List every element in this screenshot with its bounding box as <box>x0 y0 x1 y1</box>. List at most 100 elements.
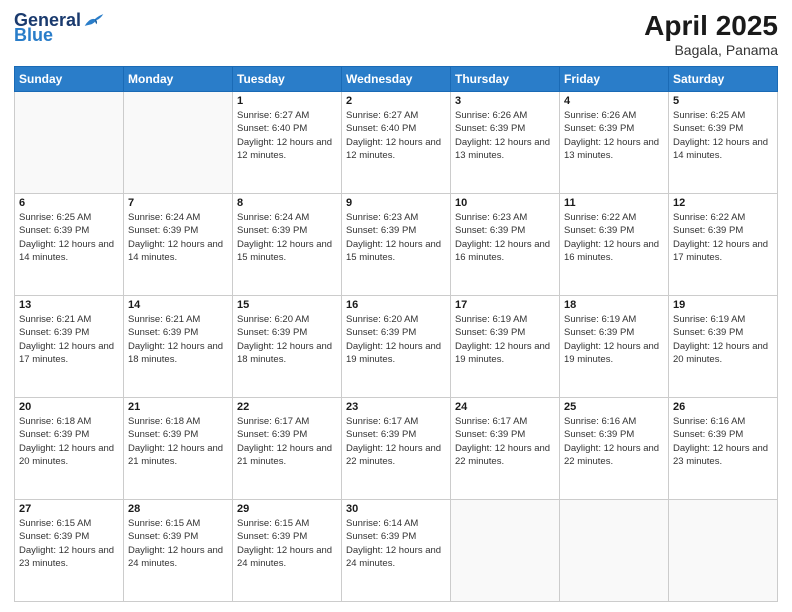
calendar-day-cell: 3 Sunrise: 6:26 AM Sunset: 6:39 PM Daylig… <box>451 92 560 194</box>
calendar-week-row: 1 Sunrise: 6:27 AM Sunset: 6:40 PM Daylig… <box>15 92 778 194</box>
day-info: Sunrise: 6:19 AM Sunset: 6:39 PM Dayligh… <box>455 313 555 366</box>
logo-bird-icon <box>83 10 105 30</box>
day-number: 18 <box>564 299 664 311</box>
calendar-day-cell: 25Sunrise: 6:16 AM Sunset: 6:39 PM Dayli… <box>560 398 669 500</box>
day-info: Sunrise: 6:19 AM Sunset: 6:39 PM Dayligh… <box>564 313 664 366</box>
calendar-week-row: 13 Sunrise: 6:21 AM Sunset: 6:39 PM Dayli… <box>15 296 778 398</box>
day-number: 29 <box>237 503 337 515</box>
calendar-day-cell <box>669 500 778 602</box>
day-info: Sunrise: 6:20 AM Sunset: 6:39 PM Dayligh… <box>237 313 337 366</box>
day-number: 6 <box>19 197 119 209</box>
day-info: Sunrise: 6:17 AM Sunset: 6:39 PM Dayligh… <box>455 415 555 468</box>
logo-blue: Blue <box>14 26 53 44</box>
day-number: 30 <box>346 503 446 515</box>
day-number: 8 <box>237 197 337 209</box>
day-info: Sunrise: 6:16 AM Sunset: 6:39 PM Dayligh… <box>673 415 773 468</box>
day-number: 17 <box>455 299 555 311</box>
day-number: 28 <box>128 503 228 515</box>
calendar-day-cell: 7 Sunrise: 6:24 AM Sunset: 6:39 PM Daylig… <box>124 194 233 296</box>
col-wednesday: Wednesday <box>342 67 451 92</box>
calendar-day-cell: 8 Sunrise: 6:24 AM Sunset: 6:39 PM Daylig… <box>233 194 342 296</box>
day-info: Sunrise: 6:15 AM Sunset: 6:39 PM Dayligh… <box>237 517 337 570</box>
day-number: 16 <box>346 299 446 311</box>
day-info: Sunrise: 6:27 AM Sunset: 6:40 PM Dayligh… <box>237 109 337 162</box>
calendar-day-cell: 16Sunrise: 6:20 AM Sunset: 6:39 PM Dayli… <box>342 296 451 398</box>
day-info: Sunrise: 6:16 AM Sunset: 6:39 PM Dayligh… <box>564 415 664 468</box>
calendar-title: April 2025 <box>644 10 778 42</box>
calendar-day-cell: 9 Sunrise: 6:23 AM Sunset: 6:39 PM Daylig… <box>342 194 451 296</box>
calendar-day-cell: 19 Sunrise: 6:19 AM Sunset: 6:39 PM Dayli… <box>669 296 778 398</box>
calendar-day-cell: 17 Sunrise: 6:19 AM Sunset: 6:39 PM Dayli… <box>451 296 560 398</box>
day-info: Sunrise: 6:22 AM Sunset: 6:39 PM Dayligh… <box>673 211 773 264</box>
day-info: Sunrise: 6:23 AM Sunset: 6:39 PM Dayligh… <box>455 211 555 264</box>
calendar-day-cell: 23 Sunrise: 6:17 AM Sunset: 6:39 PM Dayli… <box>342 398 451 500</box>
calendar-location: Bagala, Panama <box>644 42 778 58</box>
day-info: Sunrise: 6:26 AM Sunset: 6:39 PM Dayligh… <box>564 109 664 162</box>
weekday-header-row: Sunday Monday Tuesday Wednesday Thursday… <box>15 67 778 92</box>
col-tuesday: Tuesday <box>233 67 342 92</box>
day-number: 20 <box>19 401 119 413</box>
day-info: Sunrise: 6:21 AM Sunset: 6:39 PM Dayligh… <box>128 313 228 366</box>
day-number: 10 <box>455 197 555 209</box>
calendar-day-cell: 12Sunrise: 6:22 AM Sunset: 6:39 PM Dayli… <box>669 194 778 296</box>
calendar-week-row: 27 Sunrise: 6:15 AM Sunset: 6:39 PM Dayli… <box>15 500 778 602</box>
day-number: 21 <box>128 401 228 413</box>
calendar-week-row: 6Sunrise: 6:25 AM Sunset: 6:39 PM Daylig… <box>15 194 778 296</box>
day-info: Sunrise: 6:14 AM Sunset: 6:39 PM Dayligh… <box>346 517 446 570</box>
calendar-day-cell <box>560 500 669 602</box>
day-number: 5 <box>673 95 773 107</box>
day-number: 11 <box>564 197 664 209</box>
day-info: Sunrise: 6:23 AM Sunset: 6:39 PM Dayligh… <box>346 211 446 264</box>
day-number: 19 <box>673 299 773 311</box>
calendar-day-cell: 30 Sunrise: 6:14 AM Sunset: 6:39 PM Dayli… <box>342 500 451 602</box>
day-number: 3 <box>455 95 555 107</box>
day-info: Sunrise: 6:26 AM Sunset: 6:39 PM Dayligh… <box>455 109 555 162</box>
calendar-day-cell: 29 Sunrise: 6:15 AM Sunset: 6:39 PM Dayli… <box>233 500 342 602</box>
col-thursday: Thursday <box>451 67 560 92</box>
calendar-day-cell: 11 Sunrise: 6:22 AM Sunset: 6:39 PM Dayli… <box>560 194 669 296</box>
day-number: 23 <box>346 401 446 413</box>
calendar-day-cell: 4 Sunrise: 6:26 AM Sunset: 6:39 PM Daylig… <box>560 92 669 194</box>
day-info: Sunrise: 6:24 AM Sunset: 6:39 PM Dayligh… <box>128 211 228 264</box>
day-info: Sunrise: 6:21 AM Sunset: 6:39 PM Dayligh… <box>19 313 119 366</box>
day-number: 4 <box>564 95 664 107</box>
day-info: Sunrise: 6:17 AM Sunset: 6:39 PM Dayligh… <box>346 415 446 468</box>
calendar-day-cell: 26 Sunrise: 6:16 AM Sunset: 6:39 PM Dayli… <box>669 398 778 500</box>
day-info: Sunrise: 6:19 AM Sunset: 6:39 PM Dayligh… <box>673 313 773 366</box>
day-number: 1 <box>237 95 337 107</box>
day-number: 24 <box>455 401 555 413</box>
calendar-day-cell: 18 Sunrise: 6:19 AM Sunset: 6:39 PM Dayli… <box>560 296 669 398</box>
calendar-week-row: 20 Sunrise: 6:18 AM Sunset: 6:39 PM Dayli… <box>15 398 778 500</box>
calendar-day-cell: 27 Sunrise: 6:15 AM Sunset: 6:39 PM Dayli… <box>15 500 124 602</box>
day-info: Sunrise: 6:25 AM Sunset: 6:39 PM Dayligh… <box>673 109 773 162</box>
calendar-day-cell: 1 Sunrise: 6:27 AM Sunset: 6:40 PM Daylig… <box>233 92 342 194</box>
calendar-day-cell <box>124 92 233 194</box>
day-info: Sunrise: 6:18 AM Sunset: 6:39 PM Dayligh… <box>19 415 119 468</box>
day-number: 22 <box>237 401 337 413</box>
title-block: April 2025 Bagala, Panama <box>644 10 778 58</box>
day-info: Sunrise: 6:15 AM Sunset: 6:39 PM Dayligh… <box>19 517 119 570</box>
header: General Blue April 2025 Bagala, Panama <box>14 10 778 58</box>
calendar-day-cell: 10 Sunrise: 6:23 AM Sunset: 6:39 PM Dayli… <box>451 194 560 296</box>
calendar-day-cell <box>15 92 124 194</box>
day-info: Sunrise: 6:27 AM Sunset: 6:40 PM Dayligh… <box>346 109 446 162</box>
col-friday: Friday <box>560 67 669 92</box>
calendar-day-cell <box>451 500 560 602</box>
day-number: 27 <box>19 503 119 515</box>
calendar-day-cell: 14Sunrise: 6:21 AM Sunset: 6:39 PM Dayli… <box>124 296 233 398</box>
calendar-day-cell: 13 Sunrise: 6:21 AM Sunset: 6:39 PM Dayli… <box>15 296 124 398</box>
day-number: 9 <box>346 197 446 209</box>
day-info: Sunrise: 6:24 AM Sunset: 6:39 PM Dayligh… <box>237 211 337 264</box>
page: General Blue April 2025 Bagala, Panama S… <box>0 0 792 612</box>
calendar-day-cell: 5 Sunrise: 6:25 AM Sunset: 6:39 PM Daylig… <box>669 92 778 194</box>
day-number: 26 <box>673 401 773 413</box>
day-number: 13 <box>19 299 119 311</box>
col-sunday: Sunday <box>15 67 124 92</box>
day-number: 7 <box>128 197 228 209</box>
calendar-day-cell: 22Sunrise: 6:17 AM Sunset: 6:39 PM Dayli… <box>233 398 342 500</box>
day-number: 15 <box>237 299 337 311</box>
day-info: Sunrise: 6:18 AM Sunset: 6:39 PM Dayligh… <box>128 415 228 468</box>
calendar-day-cell: 28Sunrise: 6:15 AM Sunset: 6:39 PM Dayli… <box>124 500 233 602</box>
day-info: Sunrise: 6:22 AM Sunset: 6:39 PM Dayligh… <box>564 211 664 264</box>
calendar-table: Sunday Monday Tuesday Wednesday Thursday… <box>14 66 778 602</box>
